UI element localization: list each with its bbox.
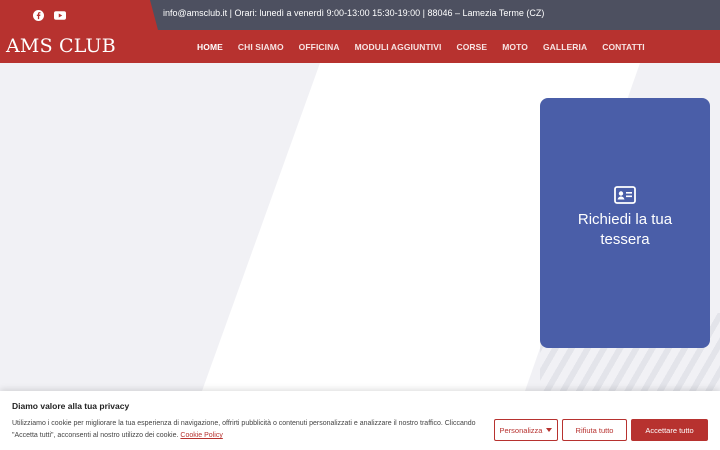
nav-item-corse[interactable]: CORSE (456, 42, 487, 52)
main-header: AMS CLUB HOME CHI SIAMO OFFICINA MODULI … (0, 30, 720, 63)
nav-item-chi-siamo[interactable]: CHI SIAMO (238, 42, 284, 52)
main-nav: HOME CHI SIAMO OFFICINA MODULI AGGIUNTIV… (197, 30, 660, 63)
facebook-icon[interactable] (31, 8, 45, 22)
cookie-banner-text: Utilizziamo i cookie per migliorare la t… (12, 418, 492, 442)
customize-button-label: Personalizza (499, 425, 543, 435)
cookie-policy-link[interactable]: Cookie Policy (180, 432, 222, 439)
youtube-icon[interactable] (53, 8, 67, 22)
nav-item-officina[interactable]: OFFICINA (299, 42, 340, 52)
contact-info-text: info@amsclub.it | Orari: lunedì a venerd… (163, 8, 545, 18)
id-card-icon (614, 186, 636, 204)
top-bar: info@amsclub.it | Orari: lunedì a venerd… (0, 0, 720, 30)
cookie-description: Utilizziamo i cookie per migliorare la t… (12, 420, 476, 439)
accept-all-button[interactable]: Accettare tutto (631, 419, 708, 441)
nav-item-home[interactable]: HOME (197, 42, 223, 52)
site-logo[interactable]: AMS CLUB (6, 35, 116, 57)
nav-item-moto[interactable]: MOTO (502, 42, 528, 52)
customize-button[interactable]: Personalizza (494, 419, 558, 441)
chevron-down-icon (546, 428, 553, 432)
membership-card-label: Richiedi la tua tessera (577, 211, 673, 248)
nav-item-moduli-aggiuntivi[interactable]: MODULI AGGIUNTIVI (355, 42, 442, 52)
cookie-banner: Diamo valore alla tua privacy Utilizziam… (0, 391, 720, 450)
nav-item-contatti[interactable]: CONTATTI (602, 42, 645, 52)
refuse-all-button[interactable]: Rifiuta tutto (562, 419, 627, 441)
membership-card-cta[interactable]: Richiedi la tua tessera (540, 98, 710, 348)
nav-item-galleria[interactable]: GALLERIA (543, 42, 587, 52)
cookie-banner-title: Diamo valore alla tua privacy (12, 401, 130, 411)
